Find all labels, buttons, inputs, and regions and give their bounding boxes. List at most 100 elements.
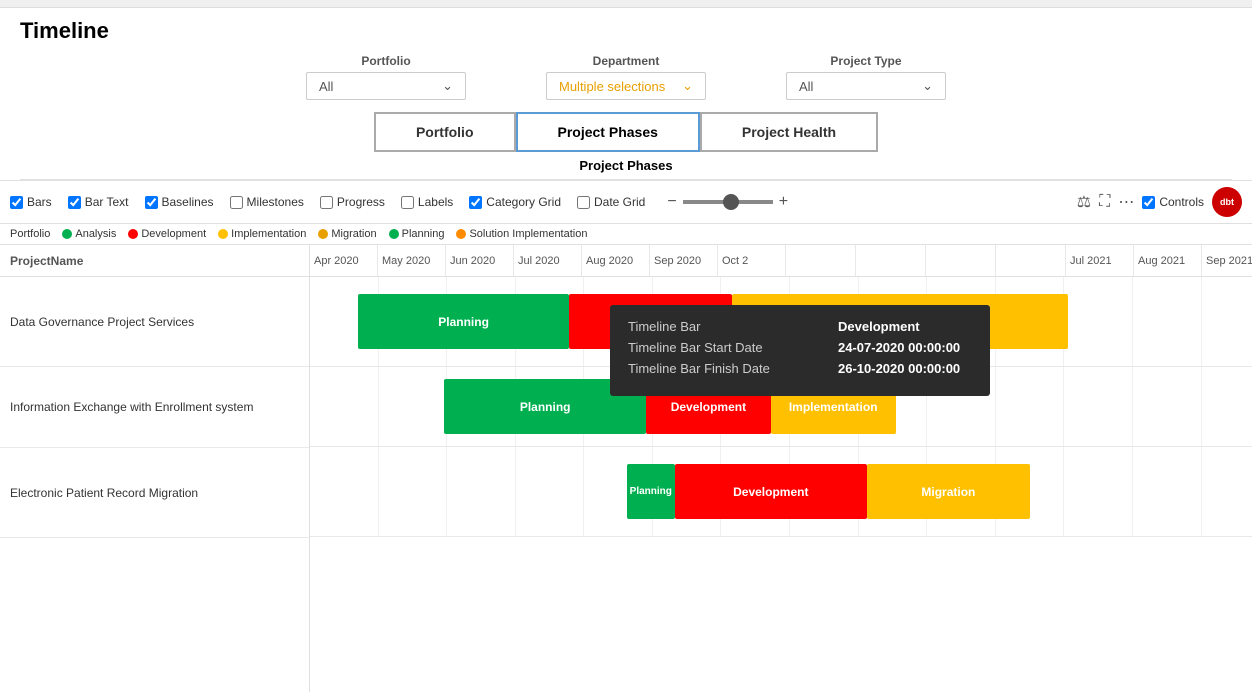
department-filter-select[interactable]: Multiple selections ⌄ [546, 72, 706, 100]
gantt-inner: Apr 2020 May 2020 Jun 2020 Jul 2020 Aug … [310, 245, 1252, 692]
month-jul2020: Jul 2020 [514, 245, 582, 276]
planning-label: Planning [402, 228, 445, 240]
category-grid-checkbox-input[interactable] [469, 196, 482, 209]
baselines-checkbox-input[interactable] [145, 196, 158, 209]
department-filter-value: Multiple selections [559, 79, 665, 94]
bars-checkbox-input[interactable] [10, 196, 23, 209]
solution-impl-dot [456, 229, 466, 239]
project-type-filter: Project Type All ⌄ [786, 54, 946, 100]
portfolio-chevron-icon: ⌄ [442, 78, 453, 94]
bar-planning-proj1[interactable]: Planning [358, 294, 569, 349]
month-blank3 [926, 245, 996, 276]
labels-checkbox-input[interactable] [401, 196, 414, 209]
legend-development: Development [128, 228, 206, 240]
date-grid-checkbox-input[interactable] [577, 196, 590, 209]
portfolio-filter-label: Portfolio [361, 54, 410, 68]
portfolio-filter-select[interactable]: All ⌄ [306, 72, 466, 100]
implementation-dot [218, 229, 228, 239]
zoom-out-button[interactable]: − [667, 193, 676, 211]
filter-icon[interactable]: ⚖ [1077, 192, 1091, 212]
bar-development-proj3[interactable]: Development [675, 464, 867, 519]
analysis-dot [62, 229, 72, 239]
tab-project-phases[interactable]: Project Phases [516, 112, 700, 152]
tab-project-health[interactable]: Project Health [700, 112, 878, 152]
bar-text-label: Bar Text [85, 195, 129, 209]
bar-label: Implementation [789, 400, 878, 414]
month-jul2021: Jul 2021 [1066, 245, 1134, 276]
progress-checkbox[interactable]: Progress [320, 195, 385, 209]
month-may2020: May 2020 [378, 245, 446, 276]
month-aug2021: Aug 2021 [1134, 245, 1202, 276]
bar-label: Planning [630, 486, 672, 497]
bar-label: Development [671, 400, 746, 414]
toolbar: Bars Bar Text Baselines Milestones Progr… [0, 181, 1252, 224]
list-item: Information Exchange with Enrollment sys… [0, 367, 309, 448]
expand-icon[interactable]: ⛶ [1099, 193, 1110, 211]
legend-migration: Migration [318, 228, 376, 240]
tooltip-value-2: 24-07-2020 00:00:00 [838, 340, 960, 355]
progress-checkbox-input[interactable] [320, 196, 333, 209]
baselines-checkbox[interactable]: Baselines [145, 195, 214, 209]
months-header: Apr 2020 May 2020 Jun 2020 Jul 2020 Aug … [310, 245, 1252, 277]
controls-checkbox-input[interactable] [1142, 196, 1155, 209]
left-panel: ProjectName Data Governance Project Serv… [0, 245, 310, 692]
legend-implementation: Implementation [218, 228, 306, 240]
nav-tabs: Portfolio Project Phases Project Health [20, 112, 1232, 152]
date-grid-checkbox[interactable]: Date Grid [577, 195, 645, 209]
zoom-slider-container: − + [667, 193, 788, 211]
bars-checkbox[interactable]: Bars [10, 195, 52, 209]
tooltip-row-1: Timeline Bar Development [628, 319, 972, 334]
project-type-filter-select[interactable]: All ⌄ [786, 72, 946, 100]
progress-label: Progress [337, 195, 385, 209]
bar-text-checkbox[interactable]: Bar Text [68, 195, 129, 209]
timeline-area: ProjectName Data Governance Project Serv… [0, 245, 1252, 692]
bar-planning-proj3[interactable]: Planning [627, 464, 675, 519]
department-filter: Department Multiple selections ⌄ [546, 54, 706, 100]
bar-migration-proj3[interactable]: Migration [867, 464, 1030, 519]
bars-label: Bars [27, 195, 52, 209]
month-blank1 [786, 245, 856, 276]
analysis-label: Analysis [75, 228, 116, 240]
header: Timeline Portfolio All ⌄ Department Mult… [0, 8, 1252, 181]
month-aug2020: Aug 2020 [582, 245, 650, 276]
planning-dot [389, 229, 399, 239]
date-grid-label: Date Grid [594, 195, 645, 209]
more-icon[interactable]: ⋯ [1118, 192, 1134, 212]
month-apr2020: Apr 2020 [310, 245, 378, 276]
month-blank4 [996, 245, 1066, 276]
controls-label: Controls [1159, 195, 1204, 209]
legend-planning: Planning [389, 228, 445, 240]
category-grid-checkbox[interactable]: Category Grid [469, 195, 561, 209]
zoom-in-button[interactable]: + [779, 193, 788, 211]
milestones-label: Milestones [247, 195, 304, 209]
migration-label: Migration [331, 228, 376, 240]
project-name-cell: Electronic Patient Record Migration [0, 453, 208, 533]
brand-icon: dbt [1212, 187, 1242, 217]
project-name-cell: Data Governance Project Services [0, 282, 204, 362]
milestones-checkbox[interactable]: Milestones [230, 195, 304, 209]
bar-text-checkbox-input[interactable] [68, 196, 81, 209]
bar-label: Development [733, 485, 808, 499]
development-dot [128, 229, 138, 239]
bar-label: Migration [921, 485, 975, 499]
month-oct2020: Oct 2 [718, 245, 786, 276]
migration-dot [318, 229, 328, 239]
filters-row: Portfolio All ⌄ Department Multiple sele… [20, 54, 1232, 100]
zoom-slider[interactable] [683, 200, 773, 204]
tooltip-label-1: Timeline Bar [628, 319, 828, 334]
gantt-row-3: Planning Development Migration [310, 447, 1252, 537]
baselines-label: Baselines [162, 195, 214, 209]
tooltip-row-3: Timeline Bar Finish Date 26-10-2020 00:0… [628, 361, 972, 376]
labels-checkbox[interactable]: Labels [401, 195, 453, 209]
legend-solution-impl: Solution Implementation [456, 228, 587, 240]
icons-right: ⚖ ⛶ ⋯ [1077, 192, 1135, 212]
controls-section: ⚖ ⛶ ⋯ Controls dbt [1073, 187, 1242, 217]
tab-portfolio[interactable]: Portfolio [374, 112, 516, 152]
month-blank2 [856, 245, 926, 276]
top-bar [0, 0, 1252, 8]
milestones-checkbox-input[interactable] [230, 196, 243, 209]
legend-analysis: Analysis [62, 228, 116, 240]
controls-checkbox[interactable]: Controls [1142, 195, 1204, 209]
bar-label: Planning [520, 400, 571, 414]
solution-impl-label: Solution Implementation [469, 228, 587, 240]
